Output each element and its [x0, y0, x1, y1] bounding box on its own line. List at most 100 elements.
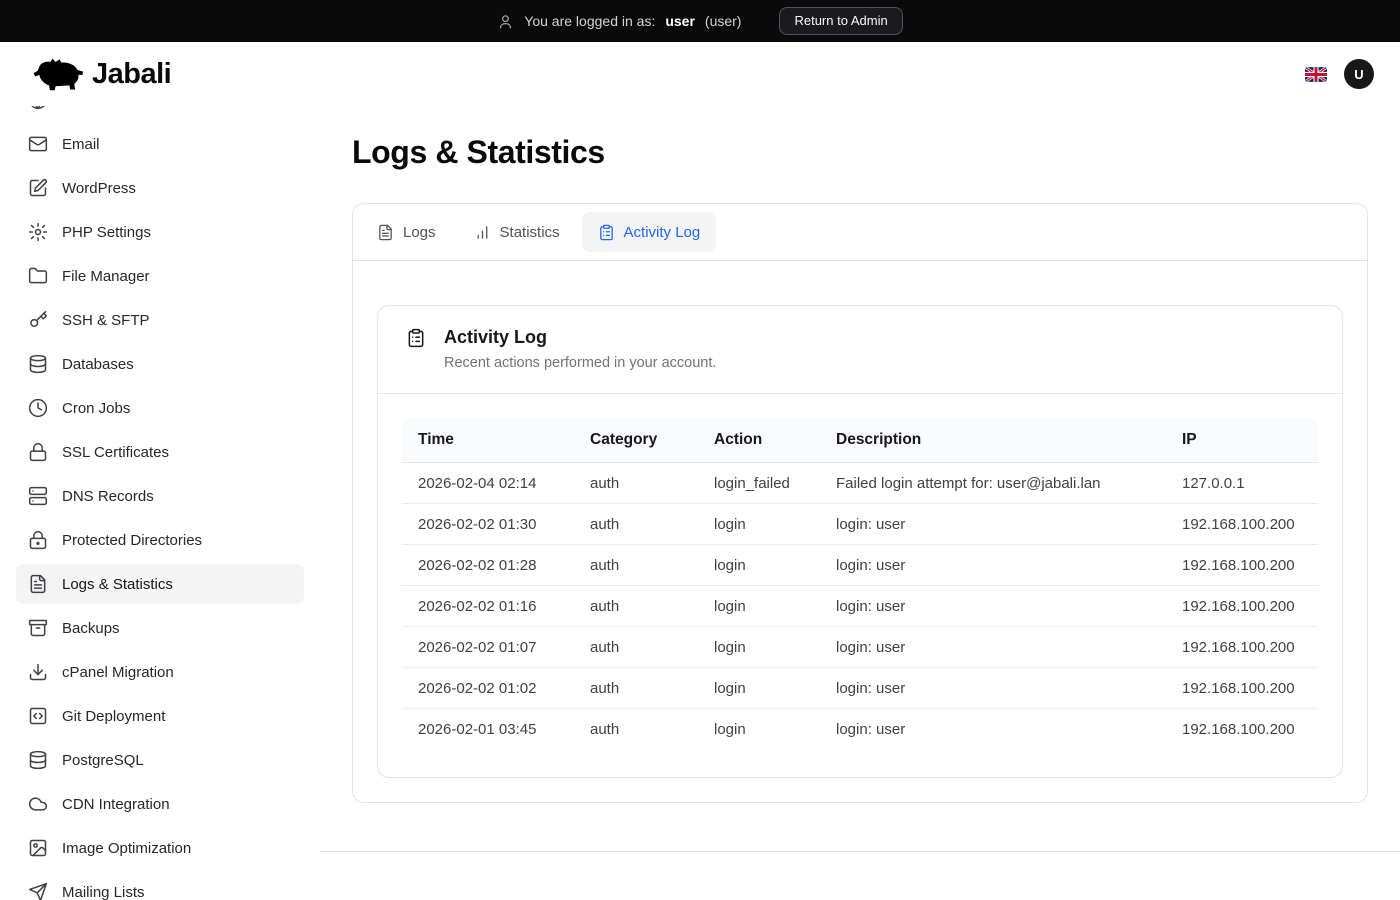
activity-log-card: Activity Log Recent actions performed in…: [377, 305, 1343, 778]
cell-time: 2026-02-02 01:07: [402, 627, 574, 668]
table-row: 2026-02-04 02:14authlogin_failedFailed l…: [402, 463, 1318, 504]
cell-action: login: [698, 504, 820, 545]
sidebar-item-label: File Manager: [62, 268, 150, 285]
tab-activity-log[interactable]: Activity Log: [582, 212, 717, 252]
sidebar-nav: Email WordPress PHP Settings File Manager SS…: [0, 106, 320, 900]
layout: Email WordPress PHP Settings File Manager SS…: [0, 106, 1400, 900]
sidebar-item-ssl-certificates[interactable]: SSL Certificates: [16, 432, 304, 472]
language-flag-icon[interactable]: [1305, 67, 1327, 82]
sidebar-item-file-manager[interactable]: File Manager: [16, 256, 304, 296]
activity-table: TimeCategoryActionDescriptionIP 2026-02-…: [402, 418, 1318, 749]
activity-table-body: 2026-02-04 02:14authlogin_failedFailed l…: [402, 463, 1318, 750]
sidebar-item-mailing-lists[interactable]: Mailing Lists: [16, 872, 304, 900]
cell-time: 2026-02-02 01:16: [402, 586, 574, 627]
cell-description: Failed login attempt for: user@jabali.la…: [820, 463, 1166, 504]
page-title: Logs & Statistics: [352, 134, 1368, 171]
sidebar-item-label: cPanel Migration: [62, 664, 174, 681]
clipboard-icon: [406, 328, 426, 348]
sidebar-item-label: PostgreSQL: [62, 752, 144, 769]
sidebar-item-cron-jobs[interactable]: Cron Jobs: [16, 388, 304, 428]
column-header-time: Time: [402, 418, 574, 463]
table-row: 2026-02-02 01:30authloginlogin: user192.…: [402, 504, 1318, 545]
sidebar-item-databases[interactable]: Databases: [16, 344, 304, 384]
sidebar-item-ssh-sftp[interactable]: SSH & SFTP: [16, 300, 304, 340]
sidebar-item-label: Git Deployment: [62, 708, 165, 725]
cell-action: login: [698, 545, 820, 586]
sidebar-item-label: SSH & SFTP: [62, 312, 150, 329]
sidebar-item-cpanel-migration[interactable]: cPanel Migration: [16, 652, 304, 692]
lock-icon: [28, 442, 48, 462]
sidebar-item-label: CDN Integration: [62, 796, 170, 813]
cell-action: login: [698, 627, 820, 668]
sidebar-item-logs-statistics[interactable]: Logs & Statistics: [16, 564, 304, 604]
logged-in-username: user: [665, 13, 695, 29]
card-title: Activity Log: [444, 325, 716, 350]
settings-icon: [28, 222, 48, 242]
table-row: 2026-02-02 01:02authloginlogin: user192.…: [402, 668, 1318, 709]
column-header-ip: IP: [1166, 418, 1318, 463]
globe-icon: [28, 106, 48, 110]
sidebar-item-label: WordPress: [62, 180, 136, 197]
boar-logo-icon: [32, 56, 84, 92]
table-header-row: TimeCategoryActionDescriptionIP: [402, 418, 1318, 463]
sidebar-item-image-optimization[interactable]: Image Optimization: [16, 828, 304, 868]
sidebar-item-protected-directories[interactable]: Protected Directories: [16, 520, 304, 560]
lock-keyhole-icon: [28, 530, 48, 550]
return-to-admin-button[interactable]: Return to Admin: [779, 7, 902, 35]
cell-description: login: user: [820, 545, 1166, 586]
app-header: Jabali U: [0, 42, 1400, 106]
cell-ip: 192.168.100.200: [1166, 668, 1318, 709]
sidebar-item-cdn-integration[interactable]: CDN Integration: [16, 784, 304, 824]
tab-content: Activity Log Recent actions performed in…: [353, 261, 1367, 802]
sidebar-item-postgresql[interactable]: PostgreSQL: [16, 740, 304, 780]
sidebar-item-email[interactable]: Email: [16, 124, 304, 164]
sidebar-item-label: Image Optimization: [62, 840, 191, 857]
cell-time: 2026-02-02 01:02: [402, 668, 574, 709]
sidebar-item-label: Mailing Lists: [62, 884, 145, 900]
brand-name: Jabali: [92, 58, 171, 91]
cell-category: auth: [574, 709, 698, 750]
cell-action: login: [698, 586, 820, 627]
sidebar-item-git-deployment[interactable]: Git Deployment: [16, 696, 304, 736]
sidebar-item-wordpress[interactable]: WordPress: [16, 168, 304, 208]
table-row: 2026-02-02 01:28authloginlogin: user192.…: [402, 545, 1318, 586]
bar-chart-icon: [474, 224, 491, 241]
sidebar-item-label: PHP Settings: [62, 224, 151, 241]
sidebar-item-label: Email: [62, 136, 100, 153]
tab-statistics[interactable]: Statistics: [458, 212, 576, 252]
cell-ip: 192.168.100.200: [1166, 627, 1318, 668]
sidebar-item-php-settings[interactable]: PHP Settings: [16, 212, 304, 252]
tab-label: Logs: [403, 224, 436, 241]
sidebar-item-dns-records[interactable]: DNS Records: [16, 476, 304, 516]
table-row: 2026-02-02 01:07authloginlogin: user192.…: [402, 627, 1318, 668]
footer-divider: [320, 851, 1400, 852]
download-icon: [28, 662, 48, 682]
column-header-description: Description: [820, 418, 1166, 463]
cell-description: login: user: [820, 504, 1166, 545]
sidebar-item-label: Protected Directories: [62, 532, 202, 549]
tab-logs[interactable]: Logs: [361, 212, 452, 252]
logged-in-text: You are logged in as:: [524, 13, 655, 29]
activity-log-card-header: Activity Log Recent actions performed in…: [378, 306, 1342, 394]
square-code-icon: [28, 706, 48, 726]
sidebar-item-backups[interactable]: Backups: [16, 608, 304, 648]
database-icon: [28, 750, 48, 770]
cell-time: 2026-02-01 03:45: [402, 709, 574, 750]
square-pen-icon: [28, 178, 48, 198]
cell-ip: 192.168.100.200: [1166, 504, 1318, 545]
cell-time: 2026-02-04 02:14: [402, 463, 574, 504]
user-avatar[interactable]: U: [1344, 59, 1374, 89]
image-icon: [28, 838, 48, 858]
sidebar-item-clipped[interactable]: [16, 106, 304, 120]
cell-description: login: user: [820, 586, 1166, 627]
sidebar-item-label: SSL Certificates: [62, 444, 169, 461]
activity-log-card-titles: Activity Log Recent actions performed in…: [444, 325, 716, 373]
header-right: U: [1305, 59, 1374, 89]
cell-ip: 192.168.100.200: [1166, 709, 1318, 750]
brand-home-link[interactable]: Jabali: [32, 56, 171, 92]
table-row: 2026-02-02 01:16authloginlogin: user192.…: [402, 586, 1318, 627]
column-header-category: Category: [574, 418, 698, 463]
cell-action: login: [698, 668, 820, 709]
cloud-icon: [28, 794, 48, 814]
send-icon: [28, 882, 48, 900]
